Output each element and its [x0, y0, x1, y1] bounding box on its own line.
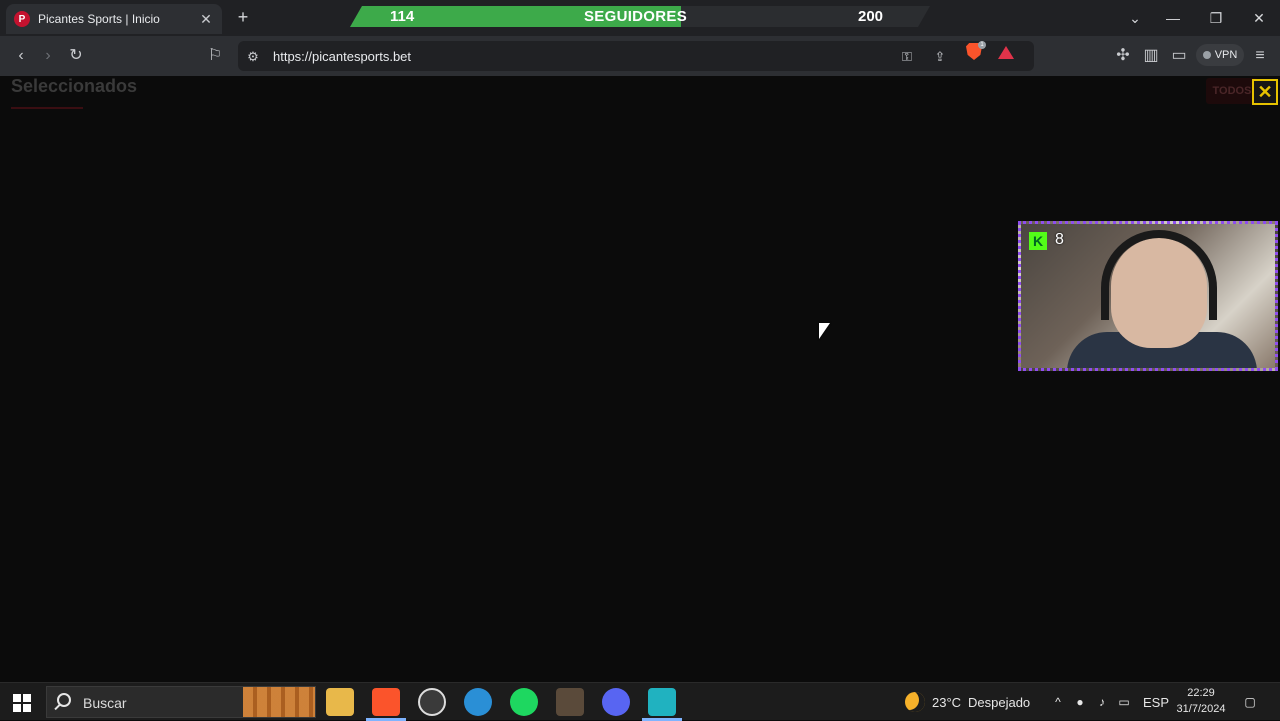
search-icon [57, 693, 71, 707]
close-icon[interactable]: ✕ [1252, 79, 1278, 105]
mouse-cursor-icon [819, 323, 830, 339]
brave-shields-badge: 1 [978, 41, 986, 49]
bookmark-icon[interactable]: ⚐ [205, 46, 225, 66]
clock-time[interactable]: 22:29 [1176, 687, 1226, 699]
window-close-icon[interactable]: ✕ [1249, 8, 1269, 28]
taskbar-search-box[interactable]: Buscar [46, 686, 316, 718]
password-key-icon[interactable]: ⚿ [898, 48, 916, 66]
weather-description[interactable]: Despejado [968, 695, 1030, 710]
page-content: Seleccionados TODOS ✕ K 8 [0, 76, 1280, 682]
volume-icon[interactable]: ♪ [1094, 694, 1110, 710]
search-placeholder: Buscar [83, 695, 127, 711]
wallet-icon[interactable]: ▭ [1169, 46, 1189, 66]
sidebar-toggle-icon[interactable]: ▥ [1141, 46, 1161, 66]
file-explorer-icon[interactable] [326, 688, 354, 716]
capcut-icon[interactable] [648, 688, 676, 716]
todos-button[interactable]: TODOS [1206, 78, 1258, 104]
kick-logo-icon: K [1029, 232, 1047, 250]
vpn-status-icon [1202, 51, 1211, 59]
language-indicator[interactable]: ESP [1143, 695, 1169, 710]
follower-goal-label: SEGUIDORES [584, 8, 688, 25]
webcam-overlay: K 8 [1018, 221, 1278, 371]
browser-toolbar: ‹ › ↻ ⚐ ⚙ https://picantesports.bet ⚿ ⇪ … [0, 36, 1280, 76]
microphone-icon[interactable]: ● [1072, 694, 1088, 710]
vpn-button[interactable]: VPN [1196, 44, 1244, 66]
windows-taskbar: Buscar 23°C Despejado ^ ● ♪ ▭ ESP 22:29 … [0, 682, 1280, 721]
section-underline [11, 107, 83, 109]
picantes-favicon-icon: P [14, 11, 30, 27]
tab-search-chevron-down-icon[interactable]: ⌄ [1125, 8, 1145, 28]
forward-arrow-icon[interactable]: › [38, 46, 58, 66]
browser-tabbar: P Picantes Sports | Inicio ✕ + 114 SEGUI… [0, 0, 1280, 36]
restore-icon[interactable]: ❐ [1206, 8, 1226, 28]
reload-icon[interactable]: ↻ [66, 46, 86, 66]
notifications-icon[interactable]: ▢ [1242, 694, 1258, 710]
chevron-up-icon[interactable]: ^ [1050, 694, 1066, 710]
new-tab-plus-icon[interactable]: + [234, 8, 252, 26]
tab-picantes-sports[interactable]: P Picantes Sports | Inicio ✕ [6, 4, 222, 34]
menu-hamburger-icon[interactable]: ≡ [1250, 46, 1270, 66]
viewer-count: 8 [1055, 231, 1064, 248]
tab-close-icon[interactable]: ✕ [198, 11, 214, 28]
headset-icon [1101, 230, 1217, 320]
site-settings-icon[interactable]: ⚙ [244, 48, 262, 66]
obs-recorder-icon[interactable] [418, 688, 446, 716]
section-title: Seleccionados [11, 76, 138, 96]
tab-title: Picantes Sports | Inicio [38, 12, 160, 26]
brave-rewards-icon[interactable] [998, 46, 1014, 59]
brave-browser-icon[interactable] [372, 688, 400, 716]
share-icon[interactable]: ⇪ [931, 48, 949, 66]
back-arrow-icon[interactable]: ‹ [11, 46, 31, 66]
follower-goal-target: 200 [858, 8, 884, 25]
windows-start-icon[interactable] [13, 694, 31, 712]
vpn-label: VPN [1214, 49, 1238, 61]
extensions-puzzle-icon[interactable]: ✣ [1113, 46, 1133, 66]
weather-moon-icon[interactable] [905, 692, 925, 712]
edge-browser-icon[interactable] [464, 688, 492, 716]
spotify-icon[interactable] [510, 688, 538, 716]
url-text[interactable]: https://picantesports.bet [273, 49, 411, 64]
address-bar[interactable]: ⚙ https://picantesports.bet ⚿ ⇪ [238, 41, 1034, 71]
weather-temperature[interactable]: 23°C [932, 695, 961, 710]
discord-icon[interactable] [602, 688, 630, 716]
search-highlight-illustration [243, 687, 315, 717]
clock-date[interactable]: 31/7/2024 [1172, 703, 1230, 715]
game-app-icon[interactable] [556, 688, 584, 716]
follower-current-count: 114 [390, 8, 415, 25]
network-icon[interactable]: ▭ [1116, 694, 1132, 710]
minimize-icon[interactable]: — [1163, 8, 1183, 28]
